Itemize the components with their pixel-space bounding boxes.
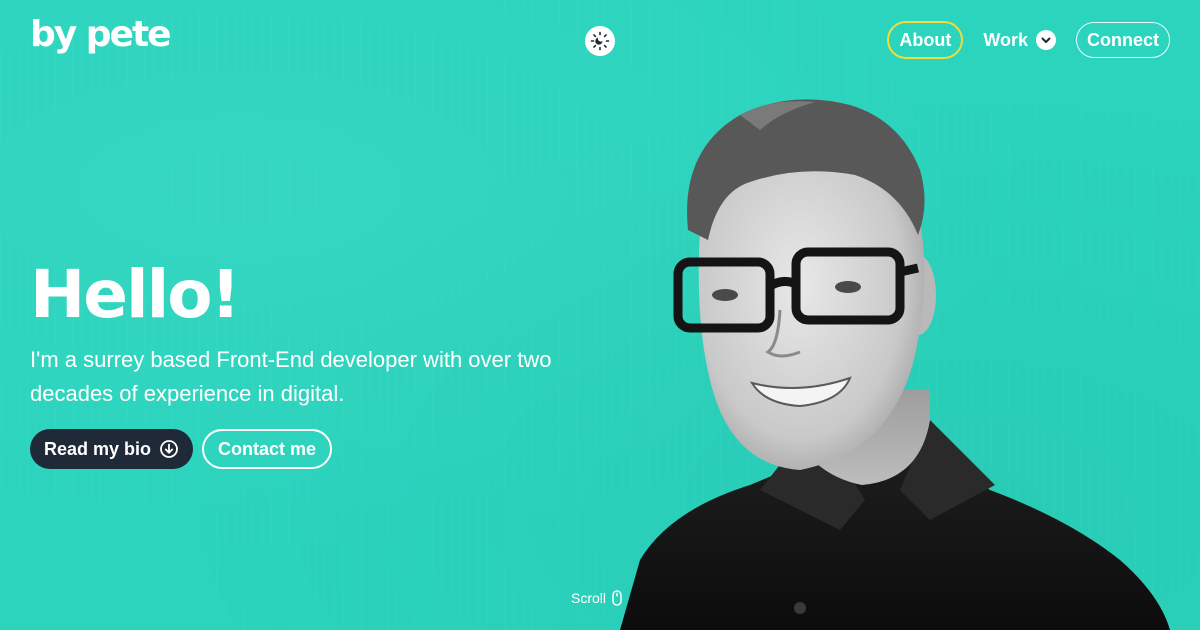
nav-work-label: Work: [983, 30, 1028, 50]
hero: Hello! I'm a surrey based Front-End deve…: [30, 255, 590, 469]
chevron-down-icon: [1036, 30, 1056, 50]
nav-about[interactable]: About: [887, 21, 964, 59]
main-nav: About Work Connect: [887, 21, 1170, 59]
arrow-down-circle-icon: [160, 440, 178, 458]
hero-subtitle: I'm a surrey based Front-End developer w…: [30, 347, 552, 406]
scroll-label: Scroll: [571, 590, 607, 606]
hero-actions: Read my bio Contact me: [30, 429, 590, 469]
nav-connect-label: Connect: [1087, 30, 1159, 50]
contact-label: Contact me: [218, 438, 317, 459]
hero-title: Hello!: [30, 256, 241, 333]
nav-work[interactable]: Work: [971, 22, 1068, 58]
logo[interactable]: by pete: [30, 14, 172, 60]
nav-connect[interactable]: Connect: [1076, 22, 1170, 58]
mouse-icon: [612, 590, 622, 606]
contact-button[interactable]: Contact me: [202, 429, 333, 469]
logo-text: by pete: [30, 14, 172, 55]
portrait-photo: [620, 99, 1170, 630]
scroll-indicator[interactable]: Scroll: [571, 590, 622, 606]
theme-toggle-button[interactable]: [585, 26, 615, 56]
site-header: by pete About Work Connect: [0, 0, 1200, 80]
nav-about-label: About: [899, 30, 952, 50]
sun-moon-icon: [590, 31, 610, 51]
read-bio-label: Read my bio: [44, 438, 152, 459]
read-bio-button[interactable]: Read my bio: [30, 429, 194, 469]
